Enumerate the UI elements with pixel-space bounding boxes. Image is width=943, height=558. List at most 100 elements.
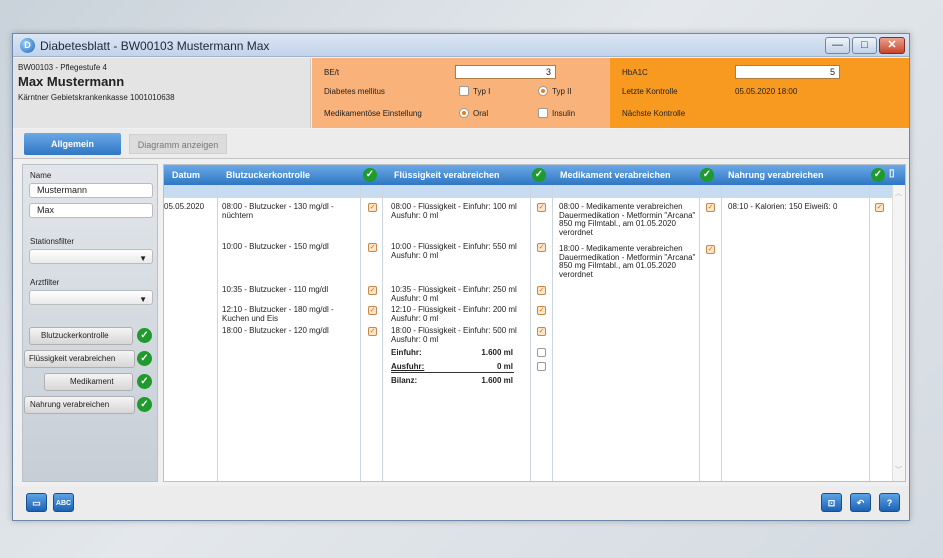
insulin-checkbox[interactable] <box>538 108 548 118</box>
close-button[interactable]: ✕ <box>879 37 905 54</box>
patient-name: Max Mustermann <box>18 74 125 89</box>
blood-entry: 18:00 - Blutzucker - 120 mg/dl <box>222 326 329 335</box>
chevron-down-icon: ▼ <box>139 254 147 263</box>
blood-entry: 12:10 - Blutzucker - 180 mg/dl - Kuchen … <box>222 305 334 323</box>
column-divider <box>217 185 218 481</box>
oral-radio[interactable] <box>459 108 469 118</box>
balance-in-label: Einfuhr: <box>391 348 422 357</box>
medication-button[interactable]: Medikament <box>44 373 133 391</box>
typ1-label: Typ I <box>473 87 491 96</box>
diabetes-settings-panel: BE/t 3 Diabetes mellitus Typ I Typ II Me… <box>312 58 610 128</box>
typ1-checkbox[interactable] <box>459 86 469 96</box>
title-bar: D Diabetesblatt - BW00103 Mustermann Max… <box>13 34 909 57</box>
station-filter-select[interactable]: ▼ <box>29 249 153 264</box>
grid-scrollbar[interactable]: ︿ ﹀ <box>892 185 905 481</box>
balance-out-checkbox[interactable] <box>537 362 546 371</box>
filter-sidebar: Name Mustermann Max Stationsfilter ▼ Arz… <box>22 164 158 482</box>
medication-entry-check-icon[interactable]: ✓ <box>706 245 715 254</box>
header-fluid: Flüssigkeit verabreichen <box>394 170 500 180</box>
hba1c-label: HbA1C <box>622 68 648 77</box>
header-blood-sugar: Blutzuckerkontrolle <box>226 170 311 180</box>
fluid-header-check-icon[interactable]: ✓ <box>532 168 546 182</box>
scroll-up-icon[interactable]: ︿ <box>895 188 902 198</box>
blood-entry-check-icon[interactable]: ✓ <box>368 243 377 252</box>
balance-sum-value: 1.600 ml <box>481 376 513 385</box>
blood-sugar-header-check-icon[interactable]: ✓ <box>363 168 377 182</box>
header-date: Datum <box>172 170 201 180</box>
medication-header-check-icon[interactable]: ✓ <box>700 168 714 182</box>
station-filter-label: Stationsfilter <box>30 237 75 246</box>
column-divider <box>869 185 870 481</box>
name-label: Name <box>30 171 52 180</box>
balance-divider <box>391 372 514 373</box>
medication-check-icon[interactable]: ✓ <box>137 374 152 389</box>
maximize-button[interactable]: □ <box>852 37 877 54</box>
blood-sugar-check-icon[interactable]: ✓ <box>137 328 152 343</box>
blood-entry-check-icon[interactable]: ✓ <box>368 306 377 315</box>
chevron-down-icon: ▼ <box>139 295 147 304</box>
save-icon[interactable]: ⊡ <box>821 493 842 512</box>
typ2-label: Typ II <box>552 87 572 96</box>
balance-out-label: Ausfuhr: <box>391 362 425 371</box>
be-input[interactable]: 3 <box>455 65 556 79</box>
control-panel: HbA1C 5 Letzte Kontrolle 05.05.2020 18:0… <box>610 58 909 128</box>
fluid-entry: 12:10 - Flüssigkeit - Einfuhr: 200 ml Au… <box>391 305 517 323</box>
column-divider <box>530 185 531 481</box>
medication-entry-check-icon[interactable]: ✓ <box>706 203 715 212</box>
diabetes-window: D Diabetesblatt - BW00103 Mustermann Max… <box>12 33 910 521</box>
food-entry: 08:10 - Kalorien: 150 Eiweiß: 0 <box>728 202 838 211</box>
medication-label: Medikamentöse Einstellung <box>324 109 422 118</box>
spellcheck-button[interactable]: ABC <box>53 493 74 512</box>
blood-entry-check-icon[interactable]: ✓ <box>368 286 377 295</box>
fluid-entry-check-icon[interactable]: ✓ <box>537 327 546 336</box>
food-header-check-icon[interactable]: ✓ <box>871 168 885 182</box>
fluid-entry: 10:00 - Flüssigkeit - Einfuhr: 550 ml Au… <box>391 242 517 260</box>
fluid-button[interactable]: Flüssigkeit verabreichen <box>24 350 135 368</box>
tab-general[interactable]: Allgemein <box>24 133 121 155</box>
fluid-entry: 10:35 - Flüssigkeit - Einfuhr: 250 ml Au… <box>391 285 517 303</box>
column-divider <box>699 185 700 481</box>
minimize-button[interactable]: — <box>825 37 850 54</box>
typ2-radio[interactable] <box>538 86 548 96</box>
firstname-input[interactable]: Max <box>29 203 153 218</box>
food-entry-check-icon[interactable]: ✓ <box>875 203 884 212</box>
food-check-icon[interactable]: ✓ <box>137 397 152 412</box>
medication-entry: 08:00 - Medikamente verabreichen Dauerme… <box>559 202 696 237</box>
fluid-entry-check-icon[interactable]: ✓ <box>537 286 546 295</box>
fluid-entry-check-icon[interactable]: ✓ <box>537 306 546 315</box>
column-divider <box>721 185 722 481</box>
lastname-input[interactable]: Mustermann <box>29 183 153 198</box>
balance-in-checkbox[interactable] <box>537 348 546 357</box>
blood-sugar-button[interactable]: Blutzuckerkontrolle <box>29 327 133 345</box>
balance-in-value: 1.600 ml <box>481 348 513 357</box>
mellitus-label: Diabetes mellitus <box>324 87 385 96</box>
oral-label: Oral <box>473 109 489 118</box>
patient-id-line: BW00103 - Pflegestufe 4 <box>18 63 107 72</box>
hba1c-input[interactable]: 5 <box>735 65 840 79</box>
fluid-entry: 18:00 - Flüssigkeit - Einfuhr: 500 ml Au… <box>391 326 517 344</box>
blood-entry-check-icon[interactable]: ✓ <box>368 203 377 212</box>
patient-insurance: Kärntner Gebietskrankenkasse 1001010638 <box>18 93 175 102</box>
fluid-entry-check-icon[interactable]: ✓ <box>537 243 546 252</box>
food-button[interactable]: Nahrung verabreichen <box>24 396 135 414</box>
window-icon[interactable]: ▭ <box>26 493 47 512</box>
doctor-filter-select[interactable]: ▼ <box>29 290 153 305</box>
grid-subheader <box>164 185 892 198</box>
be-label: BE/t <box>324 68 340 77</box>
fluid-check-icon[interactable]: ✓ <box>137 351 152 366</box>
tab-diagram[interactable]: Diagramm anzeigen <box>129 134 227 154</box>
blood-entry: 08:00 - Blutzucker - 130 mg/dl - nüchter… <box>222 202 334 220</box>
help-icon[interactable]: ? <box>879 493 900 512</box>
balance-out-value: 0 ml <box>496 362 513 371</box>
window-title: Diabetesblatt - BW00103 Mustermann Max <box>40 39 270 53</box>
fluid-entry-check-icon[interactable]: ✓ <box>537 203 546 212</box>
delete-icon[interactable]: ▯ <box>889 168 895 179</box>
insulin-label: Insulin <box>552 109 576 118</box>
back-icon[interactable]: ↶ <box>850 493 871 512</box>
footer-bar: ▭ ABC ⊡ ↶ ? <box>13 486 909 520</box>
blood-entry-check-icon[interactable]: ✓ <box>368 327 377 336</box>
next-control-label: Nächste Kontrolle <box>622 109 686 118</box>
column-divider <box>360 185 361 481</box>
scroll-down-icon[interactable]: ﹀ <box>895 465 902 475</box>
tab-bar: Allgemein Diagramm anzeigen <box>13 129 909 159</box>
